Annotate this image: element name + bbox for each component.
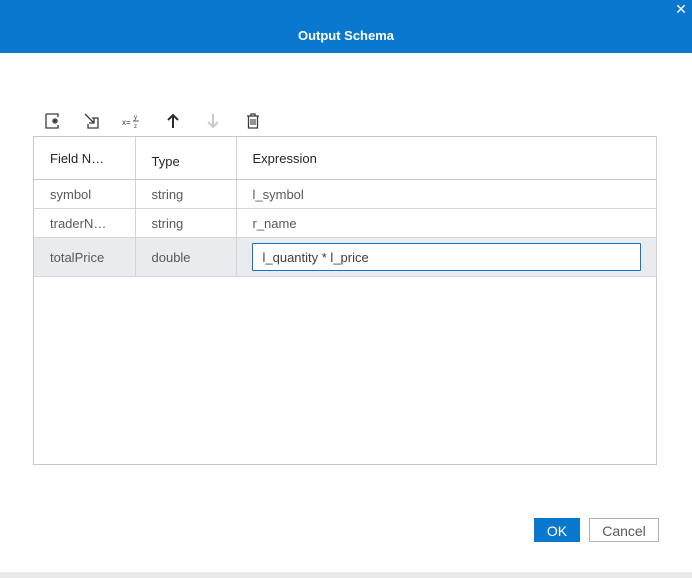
expression-cell[interactable]: r_name [236,208,657,238]
table-row[interactable]: traderN… string r_name [34,208,657,238]
svg-text:z: z [134,124,137,130]
output-schema-dialog: Output Schema ✕ x= y z Field N… Type Exp… [0,0,692,578]
svg-text:x=: x= [122,118,131,127]
expression-icon[interactable]: x= y z [120,110,144,132]
add-field-icon[interactable] [40,110,64,132]
field-name-cell[interactable]: symbol [34,179,136,209]
import-fields-icon[interactable] [80,110,104,132]
expression-edit-cell [236,237,657,277]
svg-text:y: y [134,115,137,121]
expression-cell[interactable]: l_symbol [236,179,657,209]
field-name-cell[interactable]: totalPrice [34,237,136,277]
expression-input[interactable] [251,243,641,271]
close-icon[interactable]: ✕ [672,0,690,18]
type-cell[interactable]: string [135,208,237,238]
column-header-expression[interactable]: Expression [236,137,657,180]
ok-button[interactable]: OK [534,518,580,542]
move-down-icon [201,110,225,132]
grid-header-row: Field N… Type Expression [34,137,657,180]
move-up-icon[interactable] [161,110,185,132]
dialog-bottom-edge [0,572,692,578]
type-cell[interactable]: double [135,237,237,277]
type-cell[interactable]: string [135,179,237,209]
table-row-selected[interactable]: totalPrice double [34,237,657,277]
column-header-type[interactable]: Type [135,137,237,180]
field-name-cell[interactable]: traderN… [34,208,136,238]
column-header-field-name[interactable]: Field N… [34,137,136,180]
delete-icon[interactable] [241,110,265,132]
schema-grid: Field N… Type Expression symbol string l… [33,136,657,465]
dialog-titlebar: Output Schema ✕ [0,0,692,53]
table-row[interactable]: symbol string l_symbol [34,179,657,209]
dialog-title: Output Schema [297,28,395,43]
cancel-button[interactable]: Cancel [589,518,659,542]
